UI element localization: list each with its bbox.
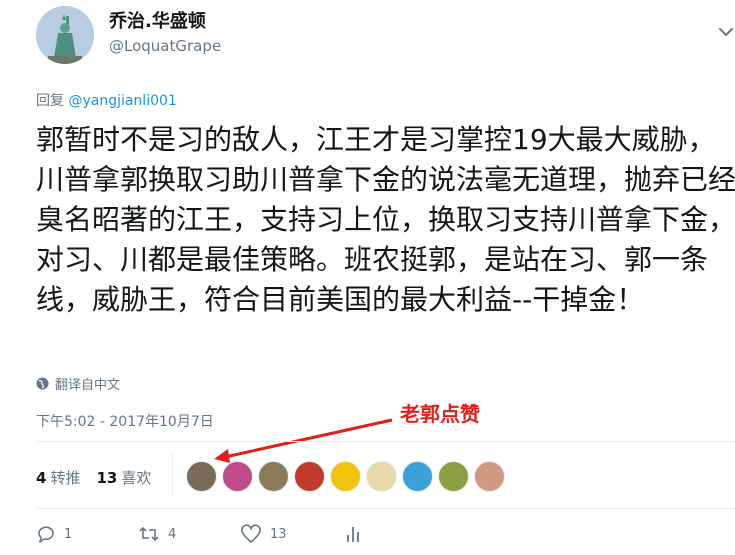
user-handle[interactable]: @LoquatGrape (109, 37, 221, 55)
heart-icon (241, 524, 261, 543)
liker-avatar[interactable] (186, 461, 217, 492)
retweet-count: 4 (168, 526, 177, 542)
timestamp[interactable]: 下午5:02 - 2017年10月7日 (36, 411, 214, 431)
retweet-button[interactable]: 4 (138, 524, 240, 544)
liker-avatar[interactable] (294, 461, 325, 492)
reply-to-link[interactable]: @yangjianli001 (68, 93, 176, 109)
liker-avatar[interactable] (222, 461, 253, 492)
user-avatar[interactable] (36, 6, 94, 64)
liker-avatar[interactable] (438, 461, 469, 492)
divider (36, 508, 735, 509)
liker-avatar[interactable] (330, 461, 361, 492)
like-button[interactable]: 13 (240, 524, 344, 544)
reply-prefix: 回复 (36, 93, 69, 109)
statue-of-liberty-icon (36, 6, 94, 64)
display-name[interactable]: 乔治.华盛顿 (109, 7, 206, 33)
retweet-stat[interactable]: 4 转推 (36, 467, 80, 488)
liker-avatars (186, 461, 505, 492)
reply-context: 回复 @yangjianli001 (36, 90, 177, 110)
liker-avatar[interactable] (474, 461, 505, 492)
retweet-stat-count: 4 (36, 469, 47, 487)
analytics-icon (347, 527, 359, 542)
reply-button[interactable]: 1 (36, 524, 138, 544)
globe-icon (36, 377, 49, 390)
annotation-label: 老郭点赞 (400, 402, 480, 426)
reply-icon (38, 526, 54, 543)
chevron-down-icon[interactable] (716, 22, 735, 42)
liker-avatar[interactable] (258, 461, 289, 492)
like-stat-label: 喜欢 (121, 469, 152, 487)
retweet-stat-label: 转推 (50, 469, 81, 487)
action-bar: 1 4 13 (36, 524, 362, 544)
tweet-text: 郭暂时不是习的敌人，江王才是习掌控19大最大威胁，川普拿郭换取习助川普拿下金的说… (36, 123, 735, 316)
liker-avatar[interactable] (402, 461, 433, 492)
divider (36, 441, 735, 442)
like-stat[interactable]: 13 喜欢 (96, 467, 151, 488)
retweet-icon (139, 526, 159, 542)
like-count: 13 (270, 526, 287, 542)
reply-count: 1 (64, 526, 73, 542)
tweet-stats: 4 转推 13 喜欢 (36, 467, 151, 488)
like-stat-count: 13 (96, 469, 118, 487)
translate-button[interactable]: 翻译自中文 (36, 374, 120, 393)
analytics-button[interactable] (344, 524, 362, 544)
liker-avatar[interactable] (366, 461, 397, 492)
stats-divider (172, 452, 173, 496)
translate-label: 翻译自中文 (55, 378, 121, 393)
